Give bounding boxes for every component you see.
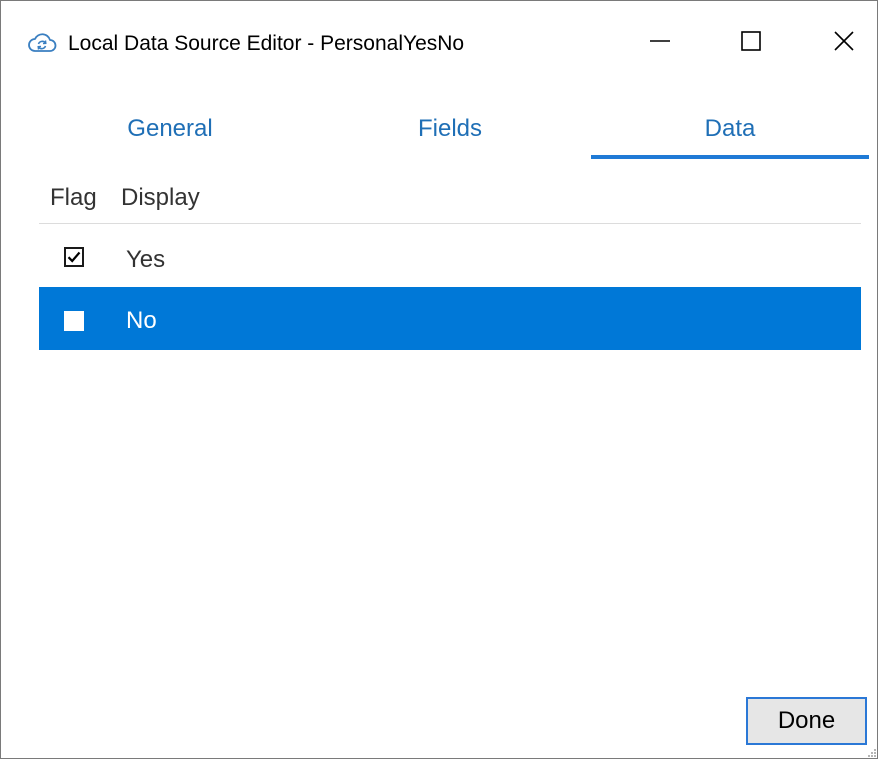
- column-header-display[interactable]: Display: [121, 184, 200, 212]
- tab-general-label: General: [127, 115, 213, 142]
- column-header-flag[interactable]: Flag: [50, 184, 97, 212]
- checkmark-icon: [67, 251, 81, 263]
- cloud-sync-icon: [27, 31, 57, 57]
- done-button[interactable]: Done: [746, 697, 867, 745]
- minimize-button[interactable]: [637, 21, 683, 65]
- active-tab-indicator: [591, 155, 869, 159]
- close-icon: [834, 30, 854, 56]
- table-row[interactable]: No: [39, 287, 861, 350]
- tab-fields-label: Fields: [417, 115, 483, 142]
- data-source-editor-window: Local Data Source Editor - PersonalYesNo…: [0, 0, 878, 759]
- minimize-icon: [650, 31, 670, 56]
- resize-grip-icon[interactable]: [867, 746, 877, 758]
- grid-header: Flag Display: [39, 177, 861, 224]
- display-cell: Yes: [126, 246, 166, 273]
- tab-data-label: Data: [704, 115, 756, 142]
- title-bar[interactable]: Local Data Source Editor - PersonalYesNo: [1, 1, 877, 85]
- flag-checkbox[interactable]: [64, 311, 84, 331]
- tab-fields[interactable]: Fields: [315, 105, 585, 159]
- close-button[interactable]: [821, 21, 867, 65]
- done-button-label: Done: [777, 707, 836, 734]
- tab-bar: General Fields Data: [31, 105, 869, 159]
- data-grid: Flag Display Yes No: [39, 177, 861, 350]
- maximize-button[interactable]: [728, 21, 774, 65]
- tab-general[interactable]: General: [45, 105, 295, 159]
- table-row[interactable]: Yes: [39, 224, 861, 287]
- display-cell: No: [126, 307, 157, 334]
- flag-checkbox[interactable]: [64, 247, 84, 267]
- window-title: Local Data Source Editor - PersonalYesNo: [68, 32, 465, 55]
- tab-data[interactable]: Data: [591, 105, 869, 159]
- maximize-icon: [741, 30, 761, 56]
